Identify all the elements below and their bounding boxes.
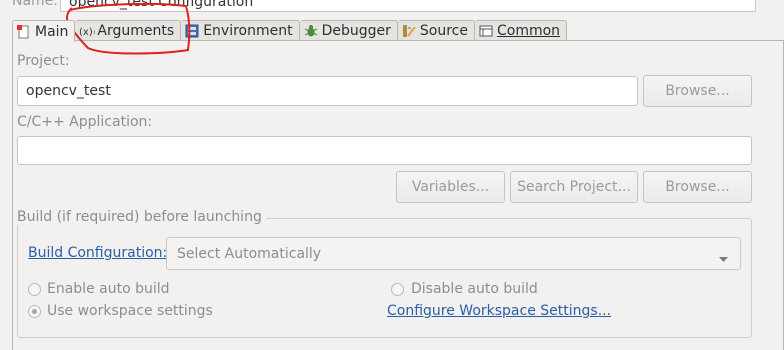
enable-auto-build-label: Enable auto build bbox=[47, 281, 170, 297]
tab-environment[interactable]: Environment bbox=[181, 20, 300, 41]
disable-auto-build-label: Disable auto build bbox=[411, 281, 538, 297]
variables-button[interactable]: Variables... bbox=[396, 171, 505, 203]
build-group-title: Build (if required) before launching bbox=[17, 209, 266, 225]
tab-label: Source bbox=[419, 23, 468, 39]
debugger-icon bbox=[304, 24, 318, 38]
chevron-down-icon bbox=[719, 251, 728, 267]
environment-icon bbox=[185, 24, 199, 38]
name-label: Name: bbox=[12, 0, 59, 9]
use-workspace-settings-label: Use workspace settings bbox=[47, 303, 213, 319]
tab-label: Main bbox=[35, 23, 69, 40]
tab-label: Environment bbox=[203, 23, 293, 39]
tab-label: Arguments bbox=[97, 23, 175, 39]
arguments-icon: (x)= bbox=[79, 24, 95, 38]
use-workspace-settings-radio[interactable] bbox=[28, 305, 41, 318]
disable-auto-build-radio[interactable] bbox=[391, 283, 404, 296]
application-label: C/C++ Application: bbox=[17, 114, 153, 130]
svg-text:(x)=: (x)= bbox=[79, 27, 95, 38]
enable-auto-build-radio[interactable] bbox=[28, 283, 41, 296]
configure-workspace-settings-link[interactable]: Configure Workspace Settings... bbox=[387, 303, 611, 319]
tab-common[interactable]: Common bbox=[474, 20, 568, 41]
application-browse-button[interactable]: Browse... bbox=[643, 171, 752, 203]
source-icon bbox=[402, 24, 416, 38]
build-configuration-value: Select Automatically bbox=[177, 245, 322, 262]
name-field[interactable]: opencv_test Configuration bbox=[60, 0, 756, 12]
tab-arguments[interactable]: (x)= Arguments bbox=[75, 20, 182, 41]
common-icon bbox=[479, 24, 493, 38]
tab-label: Debugger bbox=[321, 23, 391, 39]
build-configuration-link[interactable]: Build Configuration: bbox=[28, 245, 167, 261]
project-label: Project: bbox=[17, 53, 70, 69]
tab-main[interactable]: Main bbox=[12, 20, 76, 42]
launch-configuration-dialog: Name: opencv_test Configuration Main (x)… bbox=[0, 0, 784, 350]
tab-bar: Main (x)= Arguments Environment bbox=[12, 20, 568, 42]
main-tab-icon bbox=[17, 24, 31, 39]
build-group bbox=[17, 218, 752, 338]
tab-source[interactable]: Source bbox=[397, 20, 475, 41]
project-browse-button[interactable]: Browse... bbox=[643, 75, 752, 107]
search-project-button[interactable]: Search Project... bbox=[510, 171, 638, 203]
application-input[interactable] bbox=[17, 136, 752, 165]
tab-debugger[interactable]: Debugger bbox=[299, 20, 398, 41]
project-input[interactable]: opencv_test bbox=[17, 76, 638, 106]
build-configuration-select[interactable]: Select Automatically bbox=[166, 237, 741, 270]
tab-label: Common bbox=[496, 23, 561, 39]
